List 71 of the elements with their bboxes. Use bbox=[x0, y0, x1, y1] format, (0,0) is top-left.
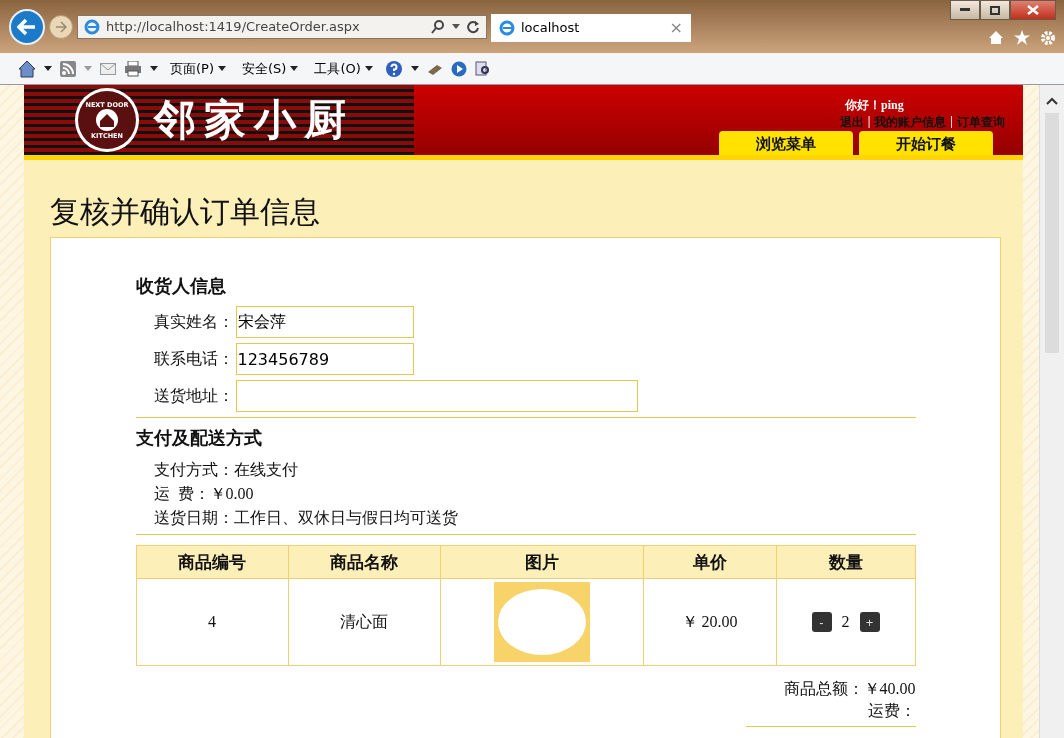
info-text: 支付方式：在线支付 bbox=[152, 460, 299, 480]
page-title: 复核并确认订单信息 bbox=[50, 194, 321, 230]
logo-title: 邻家小厨 bbox=[154, 96, 354, 145]
field-label: 送货地址： bbox=[153, 385, 235, 406]
close-window-button[interactable] bbox=[1010, 0, 1056, 20]
increase-button[interactable]: + bbox=[859, 612, 880, 632]
input-field[interactable]: 123456789 bbox=[235, 343, 414, 375]
nav-tab[interactable]: 开始订餐 bbox=[859, 131, 993, 155]
info-text: 运 费：￥0.00 bbox=[152, 484, 255, 504]
decrease-button[interactable]: - bbox=[811, 612, 832, 632]
maximize-icon bbox=[990, 5, 1000, 15]
table-cell: ￥ 20.00 bbox=[681, 612, 738, 630]
help-icon[interactable] bbox=[384, 59, 403, 78]
input-field[interactable] bbox=[235, 380, 638, 412]
back-button[interactable] bbox=[9, 8, 45, 45]
refresh-icon[interactable] bbox=[466, 19, 480, 34]
toolbar-menu[interactable]: 工具(O) bbox=[314, 59, 373, 78]
minimize-button[interactable] bbox=[950, 0, 980, 20]
forward-button[interactable] bbox=[49, 14, 73, 39]
section-heading: 支付及配送方式 bbox=[135, 427, 263, 450]
info-text: 送货日期：工作日、双休日与假日均可送货 bbox=[152, 508, 459, 528]
table-cell: 4 bbox=[208, 613, 216, 630]
toolbar-menu[interactable]: 安全(S) bbox=[242, 59, 299, 78]
username-text: ping bbox=[881, 98, 904, 112]
tab-title: localhost bbox=[521, 20, 581, 36]
column-header: 图片 bbox=[440, 545, 643, 579]
minimize-icon bbox=[960, 8, 970, 12]
caret-icon[interactable] bbox=[452, 23, 460, 30]
link-separator: | bbox=[950, 114, 953, 130]
caret-icon[interactable] bbox=[150, 66, 158, 72]
feed-icon[interactable] bbox=[60, 60, 76, 77]
browser-tab[interactable]: localhost × bbox=[491, 13, 691, 42]
toolbar-menu[interactable]: 页面(P) bbox=[170, 59, 226, 78]
mail-icon[interactable] bbox=[100, 62, 116, 75]
star-icon[interactable] bbox=[1014, 30, 1030, 45]
arrow-right-icon bbox=[55, 20, 67, 33]
close-icon bbox=[1027, 5, 1039, 15]
search-icon[interactable] bbox=[430, 18, 446, 35]
caret-icon bbox=[218, 66, 226, 72]
arrow-left-icon bbox=[17, 17, 37, 36]
maximize-button[interactable] bbox=[980, 0, 1010, 20]
caret-icon bbox=[364, 66, 373, 72]
browser-logo-icon bbox=[84, 18, 100, 35]
column-header: 单价 bbox=[643, 545, 776, 579]
field-label: 联系电话： bbox=[153, 348, 235, 369]
greeting-text: 你好！ bbox=[845, 98, 881, 112]
field-label: 真实姓名： bbox=[153, 311, 235, 332]
column-header: 数量 bbox=[776, 545, 915, 579]
caret-icon[interactable] bbox=[44, 66, 52, 72]
scroll-up-icon[interactable] bbox=[1046, 97, 1058, 105]
settings-icon[interactable] bbox=[1040, 30, 1056, 46]
address-text: http://localhost:1419/CreateOrder.aspx bbox=[106, 19, 361, 35]
summary-label: 商品总额： bbox=[783, 679, 864, 699]
column-header: 商品编号 bbox=[136, 545, 288, 579]
quantity-text: 2 bbox=[841, 613, 850, 631]
input-field[interactable]: 宋会萍 bbox=[235, 306, 414, 338]
nav-tab[interactable]: 浏览菜单 bbox=[719, 131, 853, 155]
summary-label: 运费： bbox=[867, 701, 916, 721]
scrollbar[interactable] bbox=[1039, 85, 1064, 738]
section-heading: 收货人信息 bbox=[135, 275, 227, 298]
table-cell: 清心面 bbox=[340, 612, 388, 630]
link-separator: | bbox=[867, 114, 871, 130]
printer-icon[interactable] bbox=[124, 60, 142, 77]
caret-icon bbox=[290, 66, 299, 72]
close-tab-button[interactable]: × bbox=[669, 18, 683, 38]
home-icon[interactable] bbox=[18, 59, 36, 78]
summary-value: ￥40.00 bbox=[863, 679, 916, 699]
browser-logo-icon bbox=[499, 19, 515, 36]
column-header: 商品名称 bbox=[288, 545, 440, 579]
address-bar[interactable]: http://localhost:1419/CreateOrder.aspx bbox=[77, 14, 487, 39]
caret-icon[interactable] bbox=[410, 66, 419, 72]
